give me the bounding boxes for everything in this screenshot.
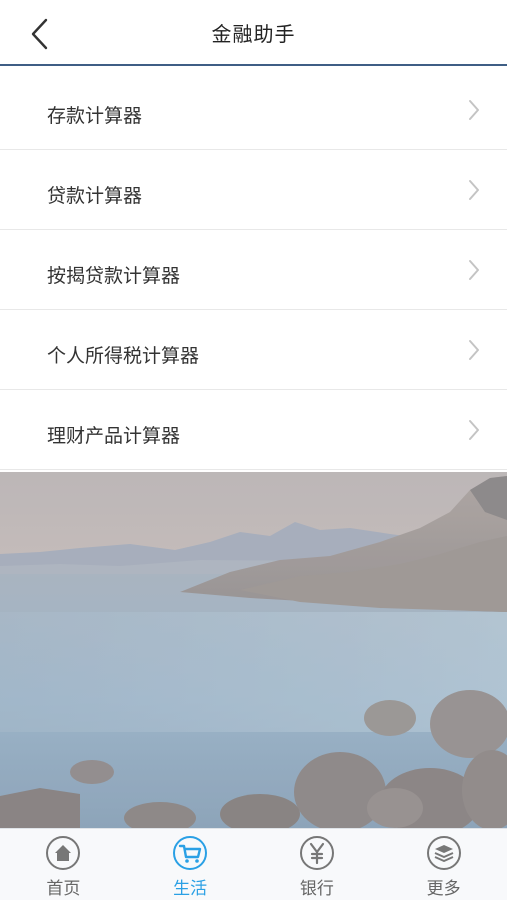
menu-item-mortgage-calculator[interactable]: 按揭贷款计算器	[0, 230, 507, 310]
menu-item-loan-calculator[interactable]: 贷款计算器	[0, 150, 507, 230]
chevron-right-icon	[469, 340, 479, 360]
menu-item-label: 理财产品计算器	[47, 425, 181, 447]
chevron-right-icon	[469, 260, 479, 280]
chevron-right-icon	[469, 180, 479, 200]
cart-icon	[173, 836, 208, 870]
tab-life[interactable]: 生活	[127, 829, 254, 900]
tab-label: 生活	[173, 879, 208, 899]
chevron-right-icon	[469, 420, 479, 440]
menu-item-label: 贷款计算器	[47, 185, 143, 207]
top-bar: 金融助手	[0, 0, 507, 66]
home-icon	[46, 836, 81, 870]
tab-label: 银行	[299, 879, 334, 899]
menu-item-income-tax-calculator[interactable]: 个人所得税计算器	[0, 310, 507, 390]
layers-icon	[426, 836, 461, 870]
menu-item-deposit-calculator[interactable]: 存款计算器	[0, 70, 507, 150]
menu-item-wealth-product-calculator[interactable]: 理财产品计算器	[0, 390, 507, 470]
calculator-list: 存款计算器 贷款计算器 按揭贷款计算器 个人所得税计算器 理财产品计算器	[0, 70, 507, 470]
tab-bank[interactable]: 银行	[254, 829, 381, 900]
coastal-landscape-image	[0, 472, 507, 828]
bottom-tab-bar: 首页 生活 银行 更多	[0, 828, 507, 900]
tab-more[interactable]: 更多	[380, 829, 507, 900]
menu-item-label: 个人所得税计算器	[47, 345, 200, 367]
page-title: 金融助手	[211, 22, 296, 46]
menu-item-label: 按揭贷款计算器	[47, 265, 181, 287]
menu-item-label: 存款计算器	[47, 105, 143, 127]
yuan-icon	[299, 836, 334, 870]
chevron-right-icon	[469, 100, 479, 120]
tab-label: 首页	[46, 879, 81, 899]
tab-home[interactable]: 首页	[0, 829, 127, 900]
tab-label: 更多	[426, 879, 461, 899]
